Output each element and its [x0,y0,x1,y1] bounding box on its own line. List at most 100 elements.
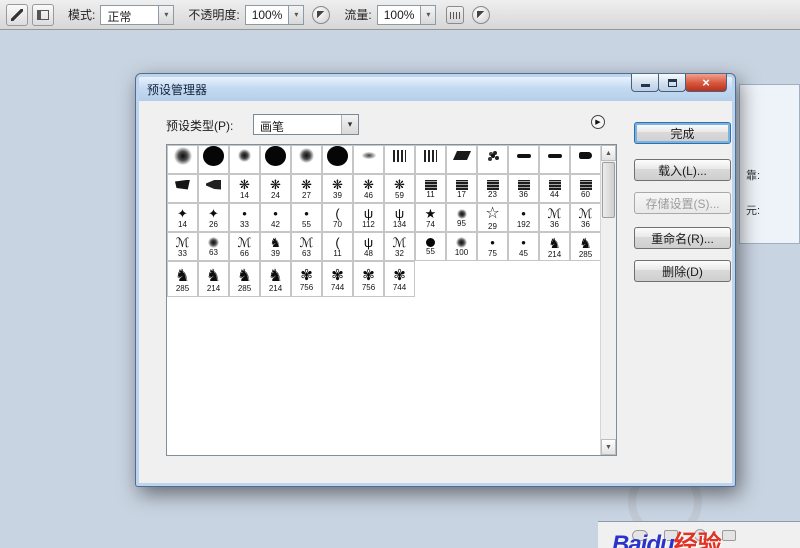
brush-preset[interactable]: ✦14 [167,203,198,232]
brush-preset[interactable] [322,145,353,174]
brush-preset[interactable] [508,145,539,174]
pen-pressure-opacity-icon[interactable] [312,6,330,24]
preset-type-dropdown-arrow[interactable]: ▾ [341,115,358,134]
brush-preset[interactable]: 17 [446,174,477,203]
flow-dropdown-arrow[interactable]: ▾ [420,5,436,25]
pen-pressure-size-icon[interactable] [472,6,490,24]
brush-preset[interactable]: 44 [539,174,570,203]
brush-preset[interactable]: ✦26 [198,203,229,232]
brush-preset[interactable]: ☆29 [477,203,508,232]
brush-preset[interactable]: ℳ66 [229,232,260,261]
opacity-dropdown-arrow[interactable]: ▾ [288,5,304,25]
brush-preset[interactable]: 95 [446,203,477,232]
delete-button[interactable]: 删除(D) [634,260,731,282]
flow-dropdown[interactable]: 100% ▾ [377,5,437,25]
panel-icon[interactable] [722,530,736,541]
flow-value[interactable]: 100% [377,5,421,25]
brush-preset[interactable]: 63 [198,232,229,261]
brush-preset[interactable]: ✾744 [322,261,353,297]
brush-preset[interactable]: ✾756 [353,261,384,297]
brush-preset[interactable] [167,174,198,203]
brush-preset[interactable] [260,145,291,174]
brush-preset[interactable]: (11 [322,232,353,261]
flyout-menu-button[interactable]: ▶ [591,115,605,129]
brush-size-label: 55 [426,247,435,256]
save-set-button[interactable]: 存储设置(S)... [634,192,731,214]
brush-preset[interactable]: •75 [477,232,508,261]
brush-preset[interactable]: 100 [446,232,477,261]
maximize-button[interactable] [658,74,686,92]
brush-preset[interactable]: 60 [570,174,601,203]
brush-preset[interactable] [384,145,415,174]
done-button[interactable]: 完成 [634,122,731,144]
brush-preset[interactable]: ✾744 [384,261,415,297]
minimize-button[interactable] [631,74,659,92]
brush-preset[interactable]: ψ48 [353,232,384,261]
mode-value[interactable]: 正常 [100,5,158,25]
load-button[interactable]: 载入(L)... [634,159,731,181]
close-button[interactable]: × [685,74,727,92]
brush-preset[interactable] [353,145,384,174]
brush-preset[interactable]: ♞214 [539,232,570,261]
brush-preset[interactable]: ♞285 [570,232,601,261]
brush-preset[interactable]: •42 [260,203,291,232]
hard-brush-icon [327,146,348,166]
brush-preset[interactable]: 55 [415,232,446,261]
brush-preset[interactable]: ℳ36 [570,203,601,232]
brush-preset[interactable]: •55 [291,203,322,232]
brush-preset[interactable] [198,174,229,203]
toggle-brush-panel-button[interactable] [32,4,54,26]
brush-preset[interactable]: ♞214 [198,261,229,297]
brush-preset[interactable]: ℳ32 [384,232,415,261]
scrollbar-thumb[interactable] [602,162,615,218]
brush-preset[interactable] [477,145,508,174]
brush-preset[interactable]: ★74 [415,203,446,232]
brush-preset[interactable]: ψ134 [384,203,415,232]
brush-preset[interactable]: ♞214 [260,261,291,297]
brush-preset[interactable] [167,145,198,174]
vertical-scrollbar[interactable]: ▲ ▼ [600,145,616,455]
brush-preset[interactable]: •45 [508,232,539,261]
brush-size-label: 36 [550,220,559,229]
brush-preset[interactable] [291,145,322,174]
brush-preset[interactable]: ❋59 [384,174,415,203]
brush-preset[interactable]: ♞39 [260,232,291,261]
brush-preset[interactable]: •33 [229,203,260,232]
brush-preset[interactable] [229,145,260,174]
brush-preset[interactable]: ❋39 [322,174,353,203]
brush-preset[interactable] [539,145,570,174]
airbrush-toggle-icon[interactable] [446,6,464,24]
brush-size-label: 46 [364,191,373,200]
mode-dropdown-arrow[interactable]: ▾ [158,5,174,25]
preset-type-value[interactable]: 画笔 [254,115,341,134]
brush-preset[interactable]: (70 [322,203,353,232]
opacity-value[interactable]: 100% [245,5,289,25]
spatter-brush-icon: ❋ [363,178,374,191]
brush-preset[interactable] [415,145,446,174]
scroll-down-button[interactable]: ▼ [601,439,616,455]
brush-preset[interactable]: ✾756 [291,261,322,297]
brush-preset[interactable]: 23 [477,174,508,203]
rename-button[interactable]: 重命名(R)... [634,227,731,249]
brush-preset[interactable]: ℳ63 [291,232,322,261]
brush-preset[interactable] [446,145,477,174]
brush-preset[interactable]: ❋27 [291,174,322,203]
brush-preset[interactable]: 36 [508,174,539,203]
tool-preset-picker[interactable] [6,4,28,26]
mode-dropdown[interactable]: 正常 ▾ [100,5,174,25]
brush-preset[interactable]: ℳ33 [167,232,198,261]
brush-preset[interactable]: ♞285 [167,261,198,297]
brush-preset[interactable]: ❋24 [260,174,291,203]
brush-preset[interactable] [570,145,601,174]
brush-preset[interactable]: ❋14 [229,174,260,203]
scroll-up-button[interactable]: ▲ [601,145,616,161]
preset-type-dropdown[interactable]: 画笔 ▾ [253,114,359,135]
opacity-dropdown[interactable]: 100% ▾ [245,5,305,25]
brush-preset[interactable]: ♞285 [229,261,260,297]
brush-preset[interactable] [198,145,229,174]
brush-preset[interactable]: ❋46 [353,174,384,203]
brush-preset[interactable]: •192 [508,203,539,232]
brush-preset[interactable]: ℳ36 [539,203,570,232]
brush-preset[interactable]: ψ112 [353,203,384,232]
brush-preset[interactable]: 11 [415,174,446,203]
